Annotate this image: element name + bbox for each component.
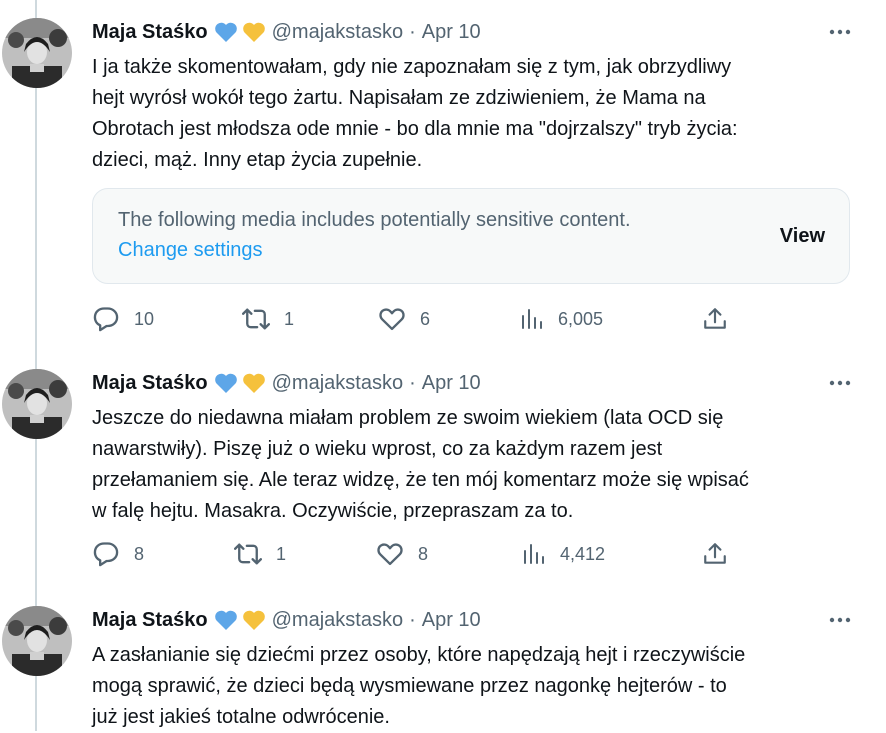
avatar[interactable] [2,369,72,439]
tweet-text-line: dzieci, mąż. Inny etap życia zupełnie. [92,149,423,171]
tweet[interactable]: Maja Staśko @majakstasko · Apr 10 Jeszcz… [0,369,886,575]
tweet-text: Jeszcze do niedawna miałam problem ze sw… [92,403,852,527]
repost-count: 1 [276,543,287,564]
avatar[interactable] [2,606,72,676]
ellipsis-icon [829,617,851,623]
blue-yellow-hearts-icon [214,610,265,630]
tweet[interactable]: Maja Staśko @majakstasko · Apr 10 A zasł… [0,606,886,731]
repost-button[interactable]: 1 [234,539,286,569]
tweet-header: Maja Staśko @majakstasko · Apr 10 [92,369,481,397]
ellipsis-icon [829,380,851,386]
more-options-button[interactable] [820,20,860,44]
tweet-text-line: A zasłanianie się dziećmi przez osoby, k… [92,644,746,666]
heart-outline-icon [379,308,405,331]
author-name[interactable]: Maja Staśko [92,21,208,44]
share-button[interactable] [702,304,728,334]
heart-outline-icon [377,543,403,566]
share-upload-icon [704,308,726,329]
tweet-header: Maja Staśko @majakstasko · Apr 10 [92,606,481,634]
tweet-text-line: Obrotach jest młodsza ode mnie - bo dla … [92,118,738,140]
change-settings-link[interactable]: Change settings [118,239,263,262]
author-handle[interactable]: @majakstasko [272,609,403,632]
tweet-date[interactable]: Apr 10 [422,372,481,395]
sensitive-message: The following media includes potentially… [118,209,631,231]
author-name[interactable]: Maja Staśko [92,372,208,395]
avatar-image [2,18,72,88]
repost-arrows-icon [234,543,262,565]
like-count: 8 [418,543,429,564]
author-handle[interactable]: @majakstasko [272,372,403,395]
separator-dot: · [409,20,416,43]
separator-dot: · [409,608,416,631]
heart-emojis [214,371,266,395]
more-options-button[interactable] [820,371,860,395]
heart-emojis [214,608,266,632]
reply-button[interactable]: 8 [92,539,144,569]
tweet-text-line: I ja także skomentowałam, gdy nie zapozn… [92,56,732,78]
tweet-text-line: Jeszcze do niedawna miałam problem ze sw… [92,407,724,429]
tweet-date[interactable]: Apr 10 [422,21,481,44]
ellipsis-icon [829,29,851,35]
blue-yellow-hearts-icon [214,22,265,42]
share-upload-icon [704,543,726,564]
speech-bubble-icon [93,542,119,567]
like-button[interactable]: 6 [378,304,430,334]
share-button[interactable] [702,539,728,569]
heart-emojis [214,20,266,44]
like-button[interactable]: 8 [376,539,428,569]
like-count: 6 [420,308,431,329]
author-name[interactable]: Maja Staśko [92,609,208,632]
reply-button[interactable]: 10 [92,304,154,334]
speech-bubble-icon [93,307,119,332]
tweet-text-line: już jest jakieś totalne odwrócenie. [92,706,390,728]
tweet-actions: 10 1 6 6,005 [92,304,852,334]
views-count: 4,412 [560,543,606,564]
reply-count: 8 [134,543,145,564]
repost-button[interactable]: 1 [242,304,294,334]
sensitive-media-warning: The following media includes potentially… [92,188,850,284]
bar-chart-icon [524,544,544,564]
tweet-text-line: nawarstwiły). Piszę już o wieku wprost, … [92,438,663,460]
tweet-text: A zasłanianie się dziećmi przez osoby, k… [92,640,852,733]
tweet-text-line: przełamaniem się. Ale teraz widzę, że te… [92,469,749,491]
reply-count: 10 [134,308,155,329]
tweet-date[interactable]: Apr 10 [422,609,481,632]
tweet-text-line: mogą sprawić, że dzieci będą wysmiewane … [92,675,727,697]
separator-dot: · [409,371,416,394]
tweet-actions: 8 1 8 4,412 [92,539,852,569]
author-handle[interactable]: @majakstasko [272,21,403,44]
view-media-button[interactable]: View [780,225,825,248]
avatar[interactable] [2,18,72,88]
avatar-image [2,369,72,439]
repost-arrows-icon [242,308,270,330]
blue-yellow-hearts-icon [214,373,265,393]
tweet-text-line: w falę hejtu. Masakra. Oczywiście, przep… [92,500,574,522]
bar-chart-icon [522,309,542,329]
views-button[interactable]: 4,412 [522,539,605,569]
more-options-button[interactable] [820,608,860,632]
tweet-text: I ja także skomentowałam, gdy nie zapozn… [92,52,852,176]
avatar-image [2,606,72,676]
views-button[interactable]: 6,005 [520,304,603,334]
tweet-header: Maja Staśko @majakstasko · Apr 10 [92,18,481,46]
repost-count: 1 [284,308,295,329]
tweet[interactable]: Maja Staśko @majakstasko · Apr 10 I ja t… [0,18,886,348]
views-count: 6,005 [558,308,604,329]
tweet-text-line: hejt wyrósł wokół tego żartu. Napisałam … [92,87,706,109]
